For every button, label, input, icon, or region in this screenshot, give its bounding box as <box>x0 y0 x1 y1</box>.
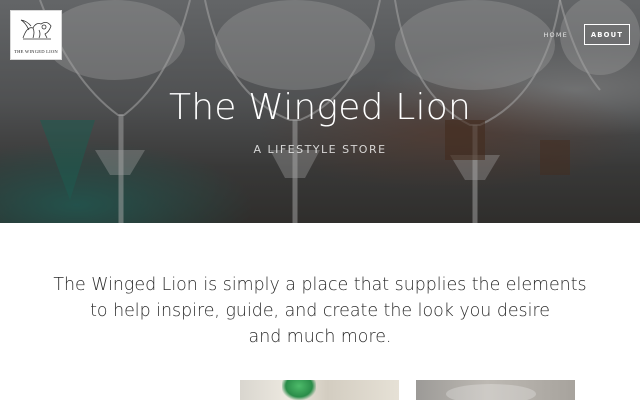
intro-paragraph: The Winged Lion is simply a place that s… <box>0 272 640 350</box>
logo-text: THE WINGED LION <box>14 49 58 54</box>
hero-banner: THE WINGED LION HOME ABOUT The Winged Li… <box>0 0 640 223</box>
winged-lion-logo-icon <box>20 19 52 40</box>
intro-line: The Winged Lion is simply a place that s… <box>53 275 587 295</box>
intro-line: and much more. <box>248 327 392 347</box>
site-logo[interactable]: THE WINGED LION <box>10 10 62 60</box>
page-subtitle: A Lifestyle Store <box>253 143 387 156</box>
page-title: The Winged Lion <box>169 87 471 128</box>
green-glass-graphic <box>282 380 316 400</box>
main-nav: HOME ABOUT <box>543 24 630 45</box>
nav-home-link[interactable]: HOME <box>543 31 568 39</box>
intro-line: to help inspire, guide, and create the l… <box>90 301 550 321</box>
decor-graphic <box>446 384 536 400</box>
nav-about-button[interactable]: ABOUT <box>584 24 630 45</box>
gallery-image-glasses[interactable] <box>240 380 399 400</box>
gallery-image-decor[interactable] <box>416 380 575 400</box>
